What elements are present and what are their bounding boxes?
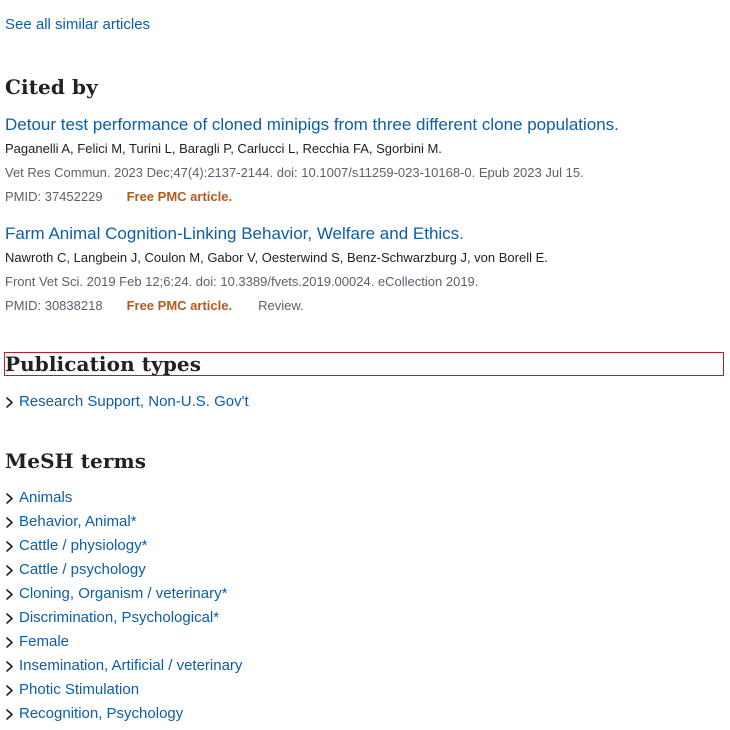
article-title-link[interactable]: Farm Animal Cognition-Linking Behavior, … [5,223,725,245]
cited-by-article: Detour test performance of cloned minipi… [5,114,725,206]
publication-types-list: Research Support, Non-U.S. Gov't [5,390,249,414]
free-pmc-article-badge: Free PMC article. [126,189,233,204]
chevron-right-icon[interactable] [5,486,19,510]
article-meta: PMID: 30838218 Free PMC article. Review. [5,297,725,315]
chevron-right-icon[interactable] [5,630,19,654]
mesh-term-item[interactable]: Behavior, Animal* [5,510,242,534]
review-label: Review. [258,298,304,313]
article-authors: Nawroth C, Langbein J, Coulon M, Gabor V… [5,250,548,265]
chevron-right-icon[interactable] [5,558,19,582]
cited-by-heading: Cited by [5,75,98,99]
publication-type-item[interactable]: Research Support, Non-U.S. Gov't [5,390,249,414]
mesh-term-item-link[interactable]: Female [19,633,69,650]
article-meta: PMID: 37452229 Free PMC article. [5,188,725,206]
mesh-term-item-link[interactable]: Cattle / psychology [19,561,146,578]
mesh-term-item[interactable]: Cattle / psychology [5,558,242,582]
mesh-term-item-link[interactable]: Insemination, Artificial / veterinary [19,657,242,674]
mesh-term-item[interactable]: Cattle / physiology* [5,534,242,558]
chevron-right-icon[interactable] [5,606,19,630]
article-authors: Paganelli A, Felici M, Turini L, Baragli… [5,141,442,156]
mesh-term-item-link[interactable]: Photic Stimulation [19,681,139,698]
chevron-right-icon[interactable] [5,678,19,702]
mesh-term-item[interactable]: Photic Stimulation [5,678,242,702]
free-pmc-article-badge: Free PMC article. [126,298,233,313]
chevron-right-icon[interactable] [5,582,19,606]
page: See all similar articles Cited by Detour… [0,0,730,730]
article-pmid: PMID: 37452229 [5,189,103,204]
mesh-term-item[interactable]: Cloning, Organism / veterinary* [5,582,242,606]
article-citation: Vet Res Commun. 2023 Dec;47(4):2137-2144… [5,165,584,180]
mesh-term-item-link[interactable]: Animals [19,489,72,506]
article-citation: Front Vet Sci. 2019 Feb 12;6:24. doi: 10… [5,274,479,289]
publication-types-heading: Publication types [4,352,724,376]
mesh-term-item-link[interactable]: Discrimination, Psychological* [19,609,219,626]
see-all-similar-articles-link[interactable]: See all similar articles [5,15,150,35]
chevron-right-icon[interactable] [5,534,19,558]
chevron-right-icon[interactable] [5,702,19,726]
publication-type-item-link[interactable]: Research Support, Non-U.S. Gov't [19,393,249,410]
cited-by-article: Farm Animal Cognition-Linking Behavior, … [5,223,725,315]
mesh-terms-heading: MeSH terms [5,449,147,473]
mesh-term-item-link[interactable]: Recognition, Psychology [19,705,183,722]
mesh-term-item[interactable]: Recognition, Psychology [5,702,242,726]
article-pmid: PMID: 30838218 [5,298,103,313]
mesh-term-item-link[interactable]: Cloning, Organism / veterinary* [19,585,227,602]
chevron-right-icon[interactable] [5,654,19,678]
mesh-term-item[interactable]: Insemination, Artificial / veterinary [5,654,242,678]
mesh-term-item[interactable]: Animals [5,486,242,510]
mesh-term-item-link[interactable]: Cattle / physiology* [19,537,147,554]
mesh-terms-list: Animals Behavior, Animal* Cattle / physiol… [5,486,242,726]
chevron-right-icon[interactable] [5,390,19,414]
mesh-term-item[interactable]: Female [5,630,242,654]
article-title-link[interactable]: Detour test performance of cloned minipi… [5,114,725,136]
mesh-term-item[interactable]: Discrimination, Psychological* [5,606,242,630]
mesh-term-item-link[interactable]: Behavior, Animal* [19,513,137,530]
chevron-right-icon[interactable] [5,510,19,534]
